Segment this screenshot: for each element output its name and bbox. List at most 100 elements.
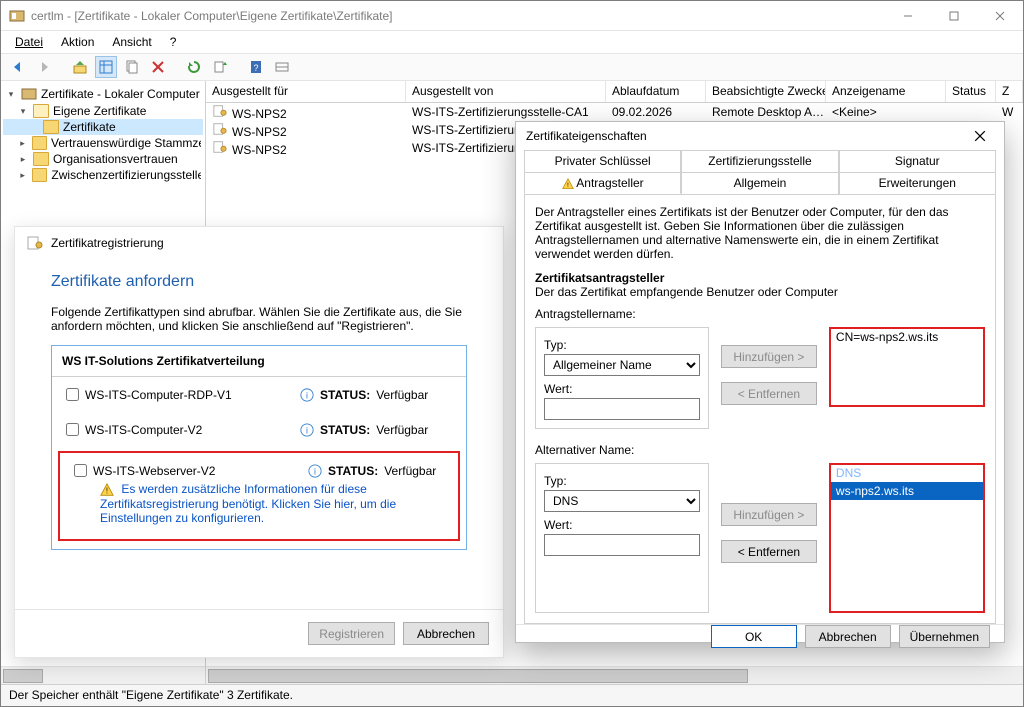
folder-icon: [32, 136, 47, 150]
tree-own[interactable]: ▾ Eigene Zertifikate: [3, 103, 203, 119]
subject-listbox[interactable]: CN=ws-nps2.ws.its: [829, 327, 985, 407]
cell-display: <Keine>: [826, 105, 946, 119]
ok-button[interactable]: OK: [711, 625, 797, 648]
tab-private-key[interactable]: Privater Schlüssel: [524, 150, 681, 172]
minimize-button[interactable]: [885, 1, 931, 31]
template-checkbox-row[interactable]: WS-ITS-Computer-RDP-V1: [62, 385, 282, 404]
subject-heading: Zertifikatsantragsteller: [535, 271, 985, 285]
dialog-close-button[interactable]: [966, 122, 994, 150]
dialog-title: Zertifikateigenschaften: [526, 129, 647, 143]
menu-action[interactable]: Aktion: [55, 33, 100, 51]
list-header: Ausgestellt für Ausgestellt von Ablaufda…: [206, 81, 1023, 103]
template-group: WS IT-Solutions Zertifikatverteilung WS-…: [51, 345, 467, 550]
register-button[interactable]: Registrieren: [308, 622, 395, 645]
refresh-button[interactable]: [183, 56, 205, 78]
tree-root[interactable]: ▾ Zertifikate - Lokaler Computer: [3, 85, 203, 103]
list-item[interactable]: CN=ws-nps2.ws.its: [830, 328, 984, 346]
template-row[interactable]: WS-ITS-Computer-RDP-V1 i STATUS: Verfügb…: [52, 377, 466, 412]
cancel-button[interactable]: Abbrechen: [403, 622, 489, 645]
alt-type-select[interactable]: DNS: [544, 490, 700, 512]
cell-purpose: Remote Desktop A…: [706, 105, 826, 119]
view-details-button[interactable]: [95, 56, 117, 78]
up-button[interactable]: [69, 56, 91, 78]
tree-certs[interactable]: Zertifikate: [3, 119, 203, 135]
status-text: Der Speicher enthält "Eigene Zertifikate…: [9, 688, 293, 702]
col-issued-by[interactable]: Ausgestellt von: [406, 81, 606, 102]
tree-label: Zertifikate: [63, 120, 116, 134]
info-icon: i: [308, 464, 322, 478]
tab-signature[interactable]: Signatur: [839, 150, 996, 172]
collapse-icon[interactable]: ▾: [5, 88, 17, 100]
alt-add-button[interactable]: Hinzufügen >: [721, 503, 817, 526]
tree-trusted[interactable]: ▸ Vertrauenswürdige Stammzertifizierungs…: [3, 135, 203, 151]
properties-button[interactable]: [271, 56, 293, 78]
alt-listbox[interactable]: DNS ws-nps2.ws.its: [829, 463, 985, 613]
dialog-titlebar: Zertifikateigenschaften: [516, 122, 1004, 150]
alt-value-input[interactable]: [544, 534, 700, 556]
close-button[interactable]: [977, 1, 1023, 31]
delete-button[interactable]: [147, 56, 169, 78]
subject-name-section: Typ: Allgemeiner Name Wert: Hinzufügen >…: [535, 327, 985, 429]
col-displayname[interactable]: Anzeigename: [826, 81, 946, 102]
list-hscroll[interactable]: [206, 666, 1023, 684]
list-row[interactable]: WS-NPS2 WS-ITS-Zertifizierungsstelle-CA1…: [206, 103, 1023, 121]
forward-button[interactable]: [33, 56, 55, 78]
template-checkbox[interactable]: [66, 423, 79, 436]
tab-ca[interactable]: Zertifizierungsstelle: [681, 150, 838, 172]
tab-extensions[interactable]: Erweiterungen: [839, 172, 996, 194]
back-button[interactable]: [7, 56, 29, 78]
template-row[interactable]: WS-ITS-Webserver-V2 i STATUS: Verfügbar: [60, 453, 458, 482]
template-checkbox-row[interactable]: WS-ITS-Computer-V2: [62, 420, 282, 439]
warning-link[interactable]: Es werden zusätzliche Informationen für …: [100, 482, 396, 525]
subject-remove-button[interactable]: < Entfernen: [721, 382, 817, 405]
template-warning[interactable]: ! Es werden zusätzliche Informationen fü…: [60, 482, 458, 535]
col-issued-to[interactable]: Ausgestellt für: [206, 81, 406, 102]
tab-general[interactable]: Allgemein: [681, 172, 838, 194]
tree-label: Eigene Zertifikate: [53, 104, 146, 118]
list-item-selected[interactable]: ws-nps2.ws.its: [830, 482, 984, 500]
help-button[interactable]: ?: [245, 56, 267, 78]
tab-subject[interactable]: ! Antragsteller: [524, 172, 681, 194]
wizard-heading: Zertifikate anfordern: [51, 273, 467, 291]
expand-icon[interactable]: ▸: [17, 153, 29, 165]
expand-icon[interactable]: ▸: [17, 137, 28, 149]
menu-file[interactable]: Datei: [9, 33, 49, 51]
tree-label: Zertifikate - Lokaler Computer: [41, 87, 200, 101]
template-checkbox[interactable]: [66, 388, 79, 401]
scroll-thumb[interactable]: [208, 669, 748, 683]
template-checkbox-row[interactable]: WS-ITS-Webserver-V2: [70, 461, 290, 480]
subject-add-button[interactable]: Hinzufügen >: [721, 345, 817, 368]
col-expiry[interactable]: Ablaufdatum: [606, 81, 706, 102]
export-button[interactable]: [209, 56, 231, 78]
expand-icon[interactable]: ▸: [17, 169, 28, 181]
tree-hscroll[interactable]: [1, 666, 205, 684]
subject-value-input[interactable]: [544, 398, 700, 420]
apply-button[interactable]: Übernehmen: [899, 625, 990, 648]
folder-icon: [43, 120, 59, 134]
copy-button[interactable]: [121, 56, 143, 78]
cancel-button[interactable]: Abbrechen: [805, 625, 891, 648]
value-label: Wert:: [544, 382, 700, 396]
status-label: STATUS:: [320, 423, 370, 437]
app-icon: [9, 8, 25, 24]
certificate-properties-dialog: Zertifikateigenschaften Privater Schlüss…: [515, 121, 1005, 643]
menu-view[interactable]: Ansicht: [106, 33, 157, 51]
status-value: Verfügbar: [376, 423, 428, 437]
col-status[interactable]: Status: [946, 81, 996, 102]
alt-name-fieldset: Typ: DNS Wert:: [535, 463, 709, 613]
maximize-button[interactable]: [931, 1, 977, 31]
tree-org[interactable]: ▸ Organisationsvertrauen: [3, 151, 203, 167]
template-checkbox[interactable]: [74, 464, 87, 477]
type-label: Typ:: [544, 338, 700, 352]
subject-buttons: Hinzufügen > < Entfernen: [721, 345, 817, 429]
menu-help[interactable]: ?: [164, 33, 183, 51]
svg-text:?: ?: [253, 63, 258, 73]
col-z[interactable]: Z: [996, 81, 1023, 102]
tree-interm[interactable]: ▸ Zwischenzertifizierungsstellen: [3, 167, 203, 183]
collapse-icon[interactable]: ▾: [17, 105, 29, 117]
scroll-thumb[interactable]: [3, 669, 43, 683]
subject-type-select[interactable]: Allgemeiner Name: [544, 354, 700, 376]
alt-remove-button[interactable]: < Entfernen: [721, 540, 817, 563]
col-purpose[interactable]: Beabsichtigte Zwecke: [706, 81, 826, 102]
template-row[interactable]: WS-ITS-Computer-V2 i STATUS: Verfügbar: [52, 412, 466, 447]
